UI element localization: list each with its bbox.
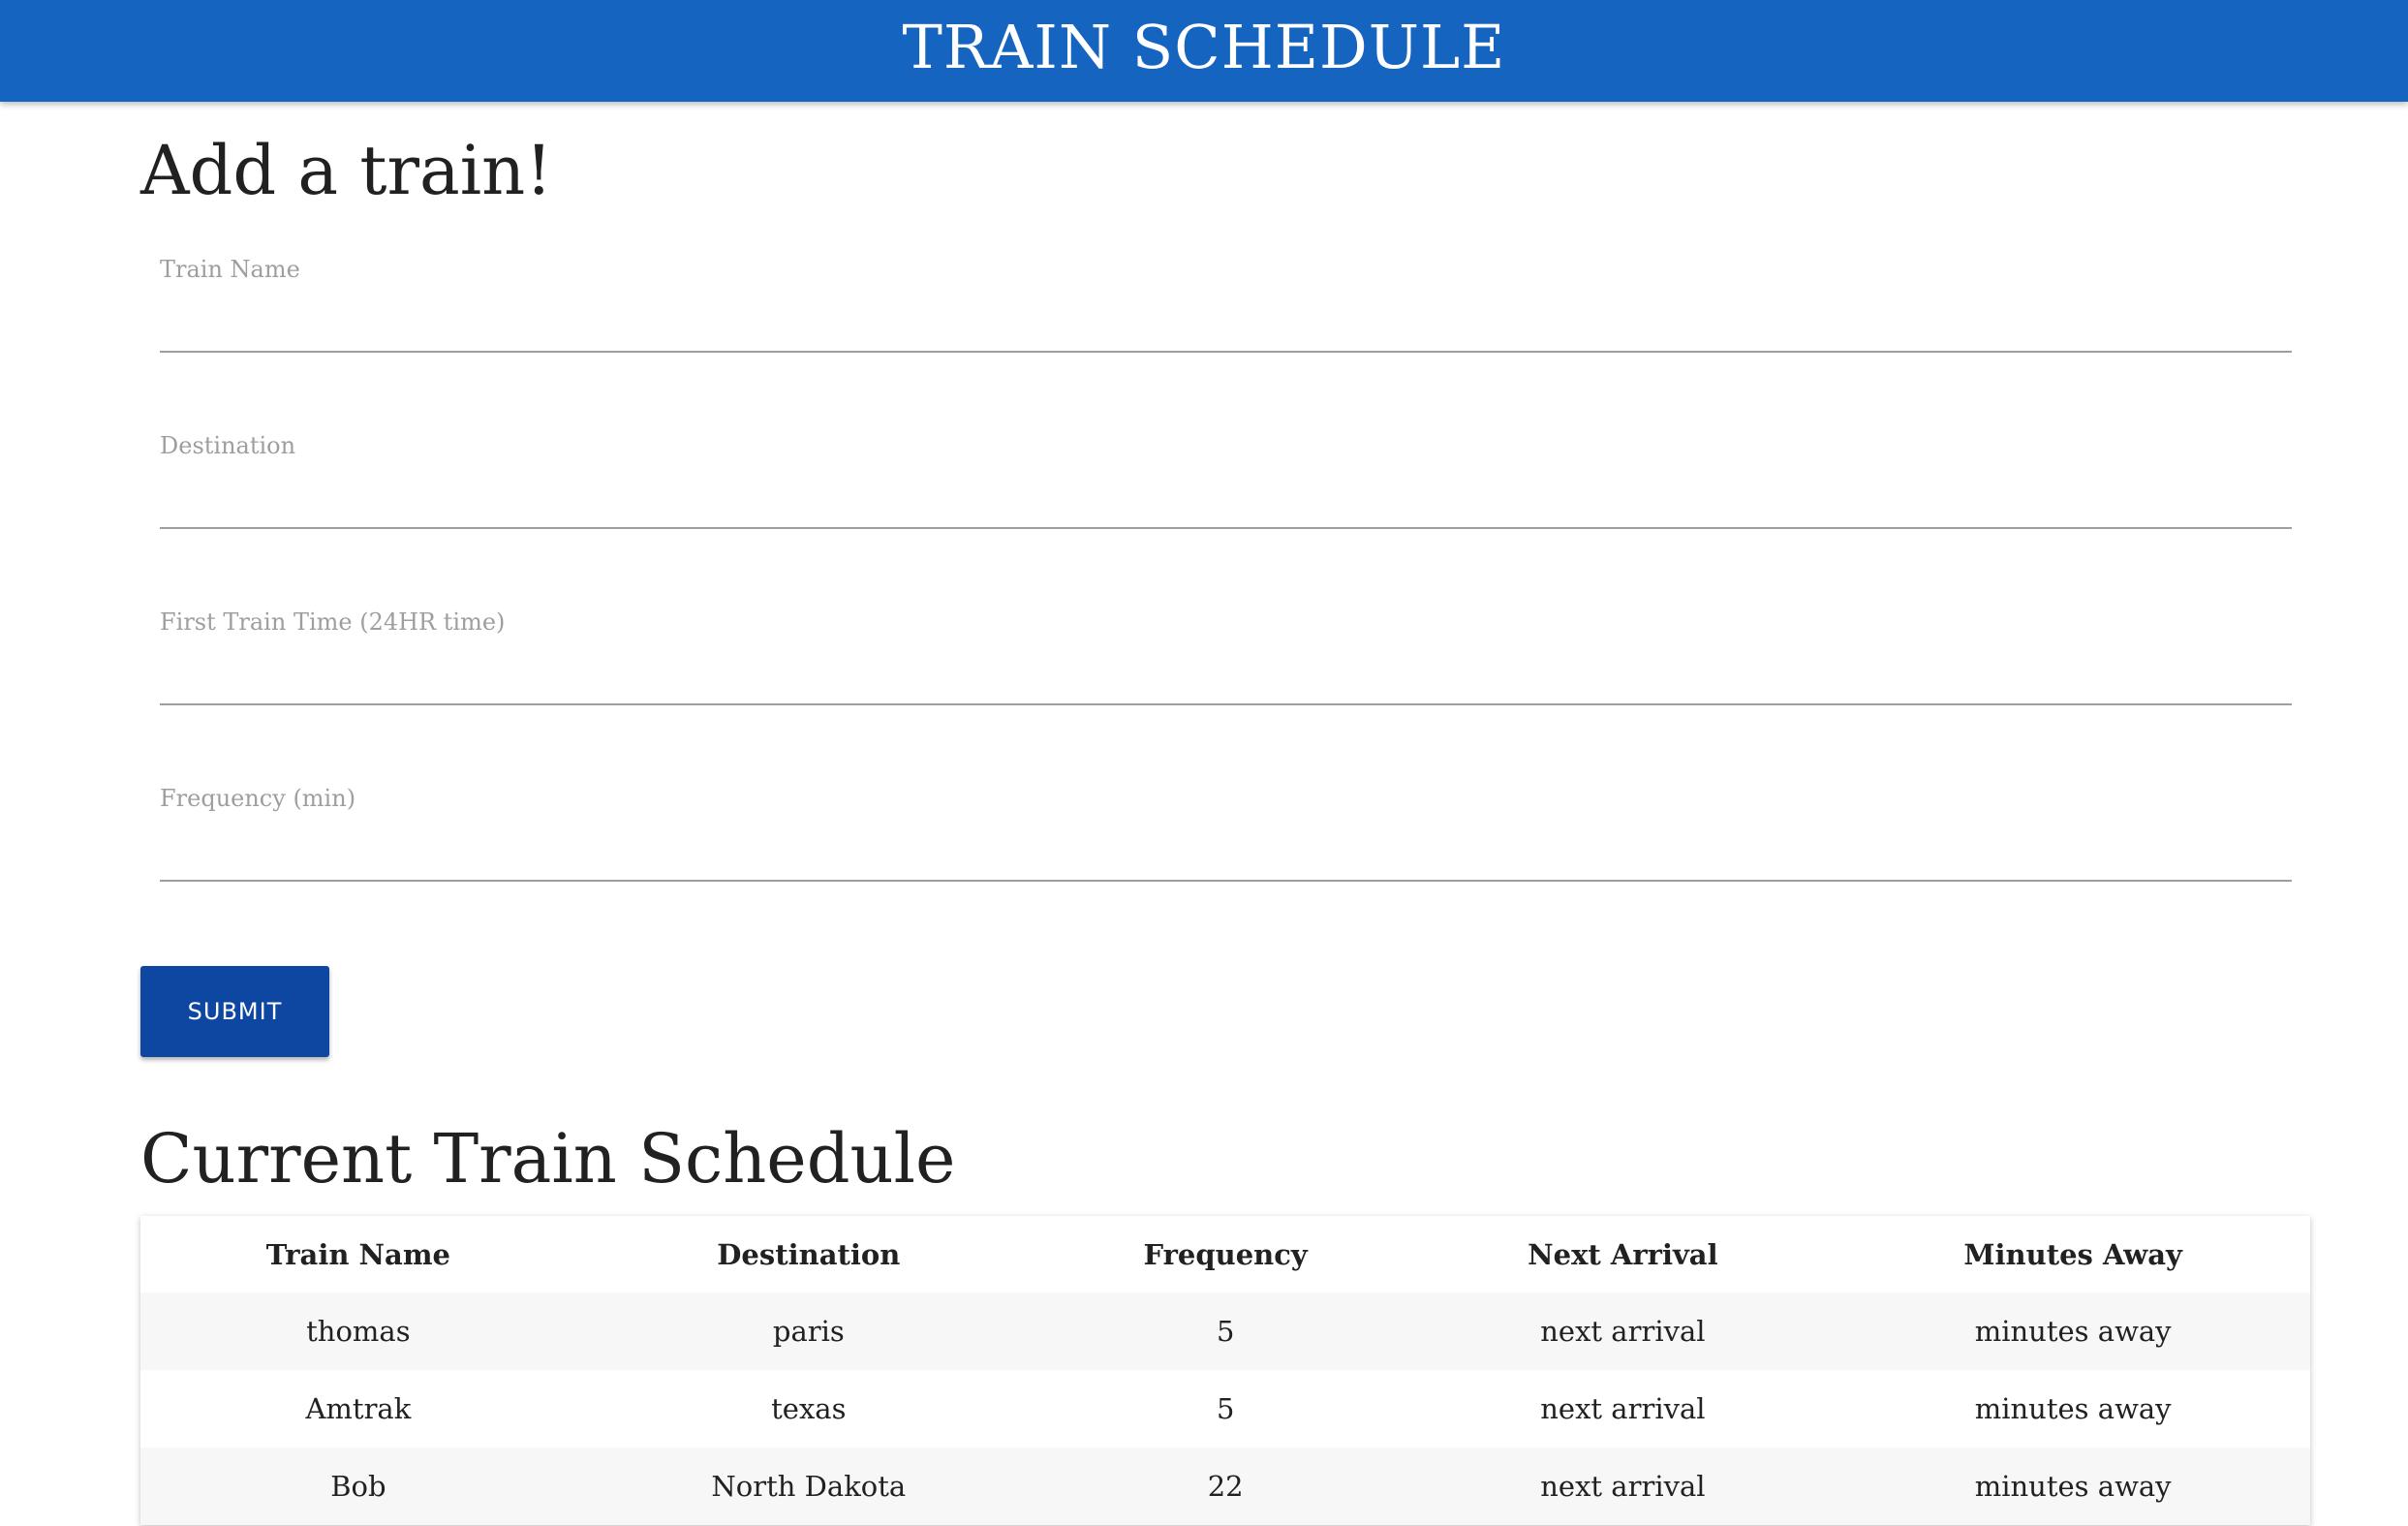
cell-train-name: thomas: [306, 1315, 411, 1348]
table-row: Bob North Dakota 22 next arrival minutes…: [140, 1448, 2310, 1525]
cell-next-arrival: next arrival: [1540, 1470, 1706, 1503]
destination-input[interactable]: [160, 471, 2292, 529]
frequency-field: Frequency (min): [160, 785, 2292, 891]
first-train-time-input[interactable]: [160, 647, 2292, 705]
cell-next-arrival: next arrival: [1540, 1392, 1706, 1425]
add-train-heading: Add a train!: [140, 131, 553, 210]
table-row: Amtrak texas 5 next arrival minutes away: [140, 1370, 2310, 1448]
schedule-heading: Current Train Schedule: [140, 1119, 956, 1199]
train-name-input[interactable]: [160, 295, 2292, 353]
cell-train-name: Amtrak: [305, 1392, 412, 1425]
column-header-next-arrival: Next Arrival: [1528, 1237, 1718, 1271]
column-header-train-name: Train Name: [265, 1237, 450, 1271]
schedule-table: Train Name Destination Frequency Next Ar…: [140, 1216, 2310, 1525]
cell-destination: paris: [772, 1315, 845, 1348]
destination-label: Destination: [160, 432, 296, 459]
cell-minutes-away: minutes away: [1974, 1470, 2172, 1503]
schedule-table-card: Train Name Destination Frequency Next Ar…: [140, 1216, 2310, 1525]
cell-destination: North Dakota: [711, 1470, 907, 1503]
cell-frequency: 22: [1207, 1470, 1244, 1503]
train-name-field: Train Name: [160, 256, 2292, 362]
column-header-destination: Destination: [717, 1237, 901, 1271]
table-row: thomas paris 5 next arrival minutes away: [140, 1292, 2310, 1370]
cell-train-name: Bob: [330, 1470, 386, 1503]
cell-minutes-away: minutes away: [1974, 1315, 2172, 1348]
column-header-minutes-away: Minutes Away: [1963, 1237, 2182, 1271]
train-name-label: Train Name: [160, 256, 300, 283]
cell-frequency: 5: [1216, 1315, 1235, 1348]
cell-frequency: 5: [1216, 1392, 1235, 1425]
table-header-row: Train Name Destination Frequency Next Ar…: [140, 1216, 2310, 1292]
submit-button[interactable]: SUBMIT: [140, 966, 329, 1057]
app-title: TRAIN SCHEDULE: [902, 12, 1506, 82]
frequency-input[interactable]: [160, 824, 2292, 882]
cell-minutes-away: minutes away: [1974, 1392, 2172, 1425]
frequency-label: Frequency (min): [160, 785, 356, 812]
first-train-time-label: First Train Time (24HR time): [160, 608, 506, 636]
column-header-frequency: Frequency: [1143, 1237, 1308, 1271]
first-train-time-field: First Train Time (24HR time): [160, 608, 2292, 715]
app-header: TRAIN SCHEDULE: [0, 0, 2408, 102]
destination-field: Destination: [160, 432, 2292, 539]
cell-destination: texas: [771, 1392, 847, 1425]
cell-next-arrival: next arrival: [1540, 1315, 1706, 1348]
